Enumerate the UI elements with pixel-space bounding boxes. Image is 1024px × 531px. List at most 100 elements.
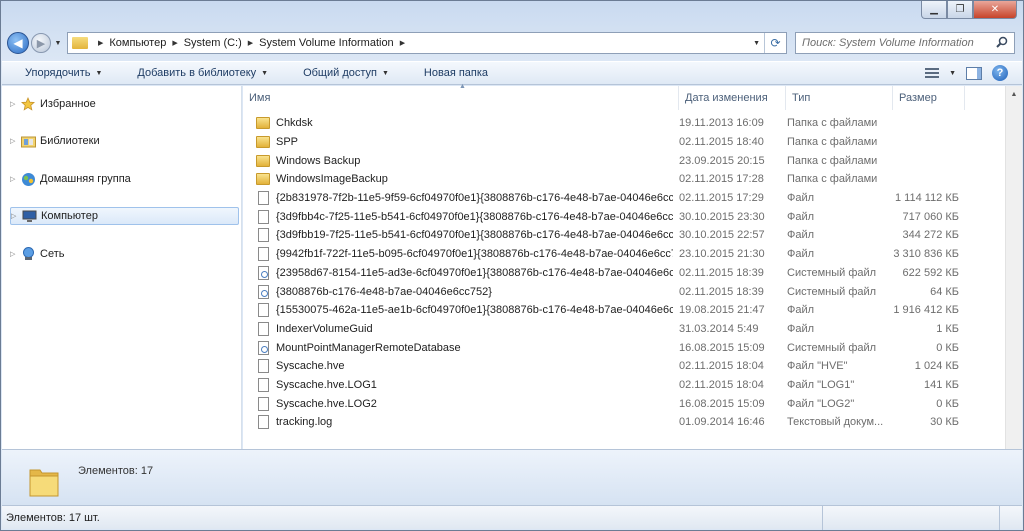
address-dropdown-icon[interactable]: ▼	[753, 40, 760, 47]
table-row[interactable]: Chkdsk 19.11.2013 16:09 Папка с файлами	[243, 114, 1022, 133]
file-name-cell[interactable]: {15530075-462a-11e5-ae1b-6cf04970f0e1}{3…	[243, 302, 673, 318]
file-type: Текстовый докум...	[787, 416, 884, 429]
organize-button[interactable]: Упорядочить ▼	[2, 67, 114, 79]
navigation-row: ◀ ▶ ▼ ▶ Компьютер ▶ System (C:) ▶ System…	[7, 29, 1015, 57]
column-headers: Имя Дата изменения Тип Размер	[243, 86, 1022, 110]
minimize-button[interactable]: ▁	[921, 1, 947, 19]
file-name-cell[interactable]: WindowsImageBackup	[243, 171, 673, 187]
file-rows: Chkdsk 19.11.2013 16:09 Папка с файлами SPP…	[243, 114, 1022, 432]
recent-pages-dropdown[interactable]: ▼	[53, 40, 63, 47]
file-name-cell[interactable]: Chkdsk	[243, 115, 673, 131]
view-options-dropdown[interactable]: ▼	[949, 70, 956, 77]
expand-icon[interactable]: ▷	[10, 250, 18, 258]
search-box[interactable]	[795, 32, 1015, 54]
table-row[interactable]: Syscache.hve 02.11.2015 18:04 Файл "HVE" 1 …	[243, 357, 1022, 376]
file-name-cell[interactable]: MountPointManagerRemoteDatabase	[243, 340, 673, 356]
details-view-icon[interactable]	[925, 67, 940, 79]
table-row[interactable]: WindowsImageBackup 02.11.2015 17:28 Папка …	[243, 170, 1022, 189]
sidebar-item-favorites[interactable]: ▷ Избранное	[10, 95, 240, 113]
file-icon	[255, 209, 271, 225]
file-name-cell[interactable]: {2b831978-7f2b-11e5-9f59-6cf04970f0e1}{3…	[243, 190, 673, 206]
back-button[interactable]: ◀	[7, 32, 29, 54]
file-name-cell[interactable]: {3d9fbb19-7f25-11e5-b541-6cf04970f0e1}{3…	[243, 227, 673, 243]
file-name-cell[interactable]: Syscache.hve.LOG2	[243, 396, 673, 412]
help-icon[interactable]: ?	[992, 65, 1008, 81]
window-controls: ▁ ❐ ✕	[921, 1, 1017, 19]
table-row[interactable]: {9942fb1f-722f-11e5-b095-6cf04970f0e1}{3…	[243, 245, 1022, 264]
file-name-cell[interactable]: {9942fb1f-722f-11e5-b095-6cf04970f0e1}{3…	[243, 246, 673, 262]
close-button[interactable]: ✕	[973, 1, 1017, 19]
preview-pane-icon[interactable]	[966, 66, 982, 80]
table-row[interactable]: {23958d67-8154-11e5-ad3e-6cf04970f0e1}{3…	[243, 264, 1022, 283]
maximize-button[interactable]: ❐	[947, 1, 973, 19]
system-file-icon	[255, 265, 271, 281]
table-row[interactable]: {3d9fbb19-7f25-11e5-b541-6cf04970f0e1}{3…	[243, 226, 1022, 245]
sidebar-item-computer[interactable]: ▷ Компьютер	[10, 207, 239, 225]
file-name-cell[interactable]: IndexerVolumeGuid	[243, 321, 673, 337]
file-name-cell[interactable]: Windows Backup	[243, 153, 673, 169]
file-name: IndexerVolumeGuid	[276, 322, 373, 335]
chevron-down-icon: ▼	[261, 69, 269, 77]
column-header-type[interactable]: Тип	[786, 86, 893, 110]
sidebar-item-homegroup[interactable]: ▷ Домашняя группа	[10, 170, 240, 188]
column-header-size[interactable]: Размер	[893, 86, 965, 110]
file-name-cell[interactable]: SPP	[243, 134, 673, 150]
column-header-date[interactable]: Дата изменения	[679, 86, 786, 110]
search-input[interactable]	[802, 37, 992, 49]
file-size: 1 КБ	[936, 322, 959, 335]
file-type: Файл	[787, 229, 815, 242]
breadcrumb-item-drive[interactable]: System (C:)	[184, 37, 242, 49]
chevron-right-icon[interactable]: ▶	[98, 39, 103, 47]
forward-button[interactable]: ▶	[31, 33, 51, 53]
folder-icon	[72, 37, 88, 49]
file-type: Файл	[787, 192, 815, 205]
table-row[interactable]: MountPointManagerRemoteDatabase 16.08.201…	[243, 338, 1022, 357]
chevron-right-icon[interactable]: ▶	[172, 39, 177, 47]
file-name-cell[interactable]: {3d9fbb4c-7f25-11e5-b541-6cf04970f0e1}{3…	[243, 209, 673, 225]
file-name-cell[interactable]: Syscache.hve	[243, 358, 673, 374]
file-name-cell[interactable]: {23958d67-8154-11e5-ad3e-6cf04970f0e1}{3…	[243, 265, 673, 281]
file-name-cell[interactable]: tracking.log	[243, 414, 673, 430]
table-row[interactable]: {15530075-462a-11e5-ae1b-6cf04970f0e1}{3…	[243, 301, 1022, 320]
sidebar-item-libraries[interactable]: ▷ Библиотеки	[10, 132, 240, 150]
address-bar[interactable]: ▶ Компьютер ▶ System (C:) ▶ System Volum…	[67, 32, 787, 54]
file-size: 30 КБ	[930, 416, 959, 429]
table-row[interactable]: Syscache.hve.LOG2 16.08.2015 15:09 Файл "L…	[243, 394, 1022, 413]
search-icon[interactable]	[996, 36, 1008, 48]
table-row[interactable]: Windows Backup 23.09.2015 20:15 Папка с фа…	[243, 151, 1022, 170]
table-row[interactable]: {3808876b-c176-4e48-b7ae-04046e6cc752} 02…	[243, 282, 1022, 301]
file-name-cell[interactable]: {3808876b-c176-4e48-b7ae-04046e6cc752}	[243, 284, 673, 300]
chevron-right-icon[interactable]: ▶	[248, 39, 253, 47]
expand-icon[interactable]: ▷	[11, 212, 19, 220]
sidebar-item-label: Компьютер	[41, 210, 98, 222]
expand-icon[interactable]: ▷	[10, 100, 18, 108]
sidebar-item-label: Избранное	[40, 98, 96, 110]
file-date: 01.09.2014 16:46	[679, 416, 765, 429]
breadcrumb-item-folder[interactable]: System Volume Information	[259, 37, 394, 49]
refresh-icon[interactable]: ⟳	[764, 33, 786, 53]
sidebar-item-label: Сеть	[40, 248, 65, 260]
table-row[interactable]: Syscache.hve.LOG1 02.11.2015 18:04 Файл "L…	[243, 376, 1022, 395]
chevron-right-icon[interactable]: ▶	[400, 39, 405, 47]
file-type: Папка с файлами	[787, 136, 878, 149]
table-row[interactable]: SPP 02.11.2015 18:40 Папка с файлами	[243, 133, 1022, 152]
scroll-up-icon[interactable]: ▲	[1006, 86, 1022, 103]
breadcrumb-item-computer[interactable]: Компьютер	[109, 37, 166, 49]
file-name-cell[interactable]: Syscache.hve.LOG1	[243, 377, 673, 393]
expand-icon[interactable]: ▷	[10, 175, 18, 183]
add-to-library-button[interactable]: Добавить в библиотеку ▼	[114, 67, 280, 79]
column-header-name[interactable]: Имя	[243, 86, 679, 110]
sidebar-item-network[interactable]: ▷ Сеть	[10, 245, 240, 263]
new-folder-button[interactable]: Новая папка	[401, 67, 500, 79]
table-row[interactable]: IndexerVolumeGuid 31.03.2014 5:49 Файл 1 КБ	[243, 320, 1022, 339]
file-date: 02.11.2015 17:28	[679, 173, 764, 186]
file-name: {9942fb1f-722f-11e5-b095-6cf04970f0e1}{3…	[276, 248, 673, 261]
file-name: {3d9fbb4c-7f25-11e5-b541-6cf04970f0e1}{3…	[276, 210, 673, 223]
file-size: 344 272 КБ	[902, 229, 959, 242]
table-row[interactable]: {3d9fbb4c-7f25-11e5-b541-6cf04970f0e1}{3…	[243, 207, 1022, 226]
vertical-scrollbar[interactable]: ▲	[1005, 86, 1022, 449]
expand-icon[interactable]: ▷	[10, 137, 18, 145]
table-row[interactable]: tracking.log 01.09.2014 16:46 Текстовый до…	[243, 413, 1022, 432]
share-button[interactable]: Общий доступ ▼	[280, 67, 401, 79]
table-row[interactable]: {2b831978-7f2b-11e5-9f59-6cf04970f0e1}{3…	[243, 189, 1022, 208]
